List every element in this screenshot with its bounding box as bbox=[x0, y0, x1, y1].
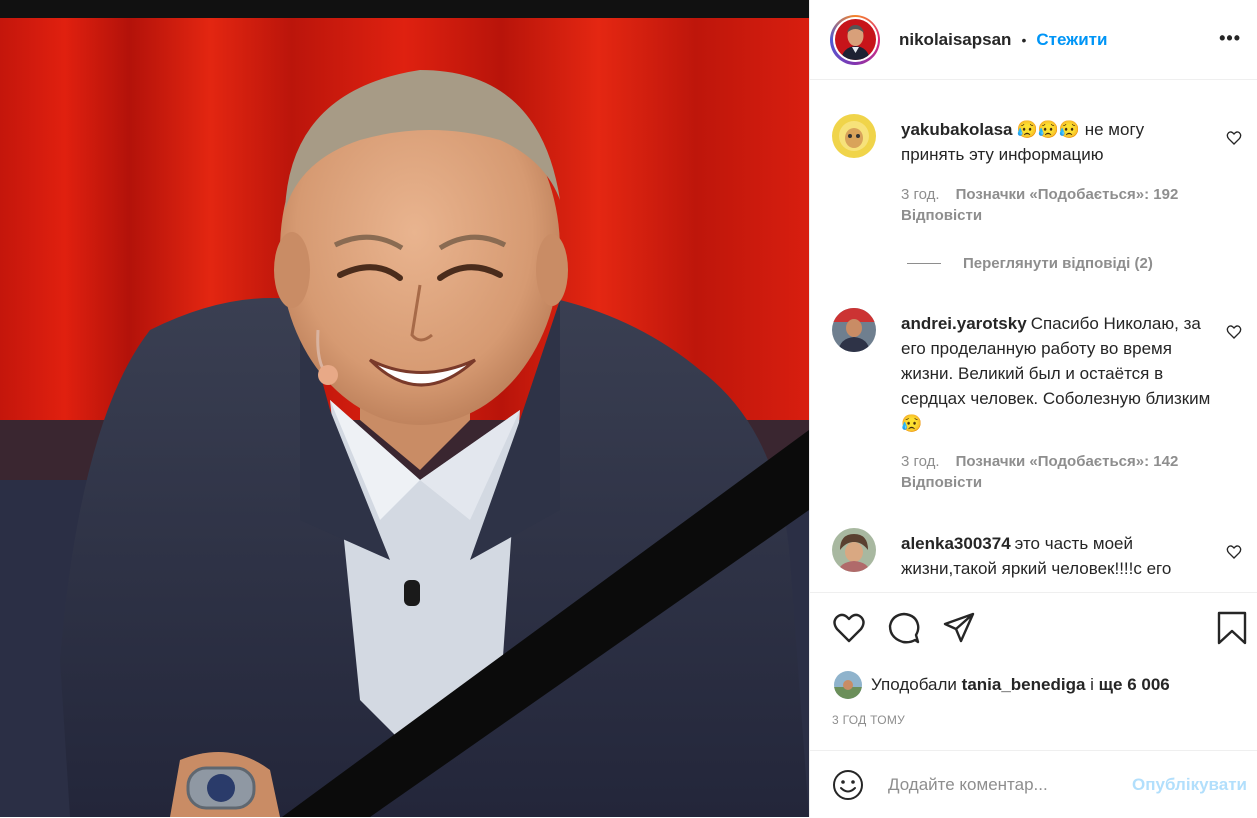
liked-conj: і bbox=[1090, 675, 1094, 694]
author-avatar[interactable] bbox=[830, 14, 880, 65]
comments-list[interactable]: yakubakolasa 😥😥😥 не могу принять эту инфо… bbox=[810, 80, 1257, 592]
liker-avatar[interactable] bbox=[834, 671, 862, 699]
commenter-avatar[interactable] bbox=[832, 114, 876, 158]
reply-button[interactable]: Відповісти bbox=[901, 474, 1178, 491]
avatar-yellow-icon bbox=[832, 114, 876, 158]
comment-text: yakubakolasa 😥😥😥 не могу принять эту инфо… bbox=[901, 117, 1211, 167]
comment-like-heart-icon[interactable] bbox=[1226, 324, 1242, 340]
instagram-post: nikolaisapsan • Стежити ••• yakubakolasa… bbox=[0, 0, 1257, 817]
comment-like-heart-icon[interactable] bbox=[1226, 130, 1242, 146]
post-actions: Уподобали tania_benediga і ще 6 006 3 ГО… bbox=[810, 592, 1257, 727]
commenter-avatar[interactable] bbox=[832, 528, 876, 572]
view-replies-label: Переглянути відповіді (2) bbox=[963, 255, 1153, 272]
emoji-icon[interactable] bbox=[832, 769, 864, 801]
action-bar bbox=[810, 593, 1257, 665]
reply-button[interactable]: Відповісти bbox=[901, 207, 1178, 224]
author-username[interactable]: nikolaisapsan bbox=[899, 30, 1011, 50]
share-icon[interactable] bbox=[942, 611, 976, 645]
comment-likes[interactable]: Позначки «Подобається»: 142 bbox=[956, 453, 1179, 470]
comment-time: 3 год. bbox=[901, 453, 940, 470]
post-header: nikolaisapsan • Стежити ••• bbox=[810, 0, 1257, 80]
liked-prefix: Уподобали bbox=[871, 675, 957, 694]
post-image bbox=[0, 0, 809, 817]
comment-time: 3 год. bbox=[901, 186, 940, 203]
bookmark-icon[interactable] bbox=[1215, 611, 1249, 645]
post-photo bbox=[0, 0, 809, 817]
comment-meta: 3 год. Позначки «Подобається»: 142 Відпов… bbox=[901, 453, 1194, 491]
comment-meta: 3 год. Позначки «Подобається»: 192 Відпов… bbox=[901, 186, 1194, 224]
comment-username[interactable]: andrei.yarotsky bbox=[901, 314, 1027, 333]
liker-avatar-image bbox=[834, 671, 862, 699]
commenter-avatar[interactable] bbox=[832, 308, 876, 352]
comment-like-heart-icon[interactable] bbox=[1226, 544, 1242, 560]
view-replies-button[interactable]: Переглянути відповіді (2) bbox=[907, 255, 1153, 272]
comment-username[interactable]: yakubakolasa bbox=[901, 120, 1013, 139]
add-comment-section: Опублікувати bbox=[810, 750, 1257, 818]
separator-dot: • bbox=[1021, 31, 1027, 48]
liked-user[interactable]: tania_benediga bbox=[962, 675, 1086, 695]
heart-icon[interactable] bbox=[832, 611, 866, 645]
liked-count[interactable]: ще 6 006 bbox=[1099, 675, 1170, 695]
post-sidebar: nikolaisapsan • Стежити ••• yakubakolasa… bbox=[809, 0, 1257, 817]
author-avatar-image bbox=[834, 19, 876, 60]
post-timestamp[interactable]: 3 ГОД ТОМУ bbox=[832, 713, 905, 727]
more-options-icon[interactable]: ••• bbox=[1219, 28, 1241, 49]
replies-line bbox=[907, 263, 941, 264]
comment-text: alenka300374 это часть моей жизни,такой я… bbox=[901, 531, 1211, 581]
publish-button[interactable]: Опублікувати bbox=[1132, 775, 1247, 795]
avatar-woman-icon bbox=[832, 528, 876, 572]
comment-text: andrei.yarotsky Спасибо Николаю, за его п… bbox=[901, 311, 1211, 436]
follow-button[interactable]: Стежити bbox=[1036, 30, 1107, 50]
comment-username[interactable]: alenka300374 bbox=[901, 534, 1011, 553]
avatar-man-icon bbox=[832, 308, 876, 352]
comment-likes[interactable]: Позначки «Подобається»: 192 bbox=[956, 186, 1179, 203]
liked-by: Уподобали tania_benediga і ще 6 006 bbox=[834, 671, 1170, 699]
comment-input[interactable] bbox=[886, 773, 1110, 796]
comment-icon[interactable] bbox=[887, 611, 921, 645]
